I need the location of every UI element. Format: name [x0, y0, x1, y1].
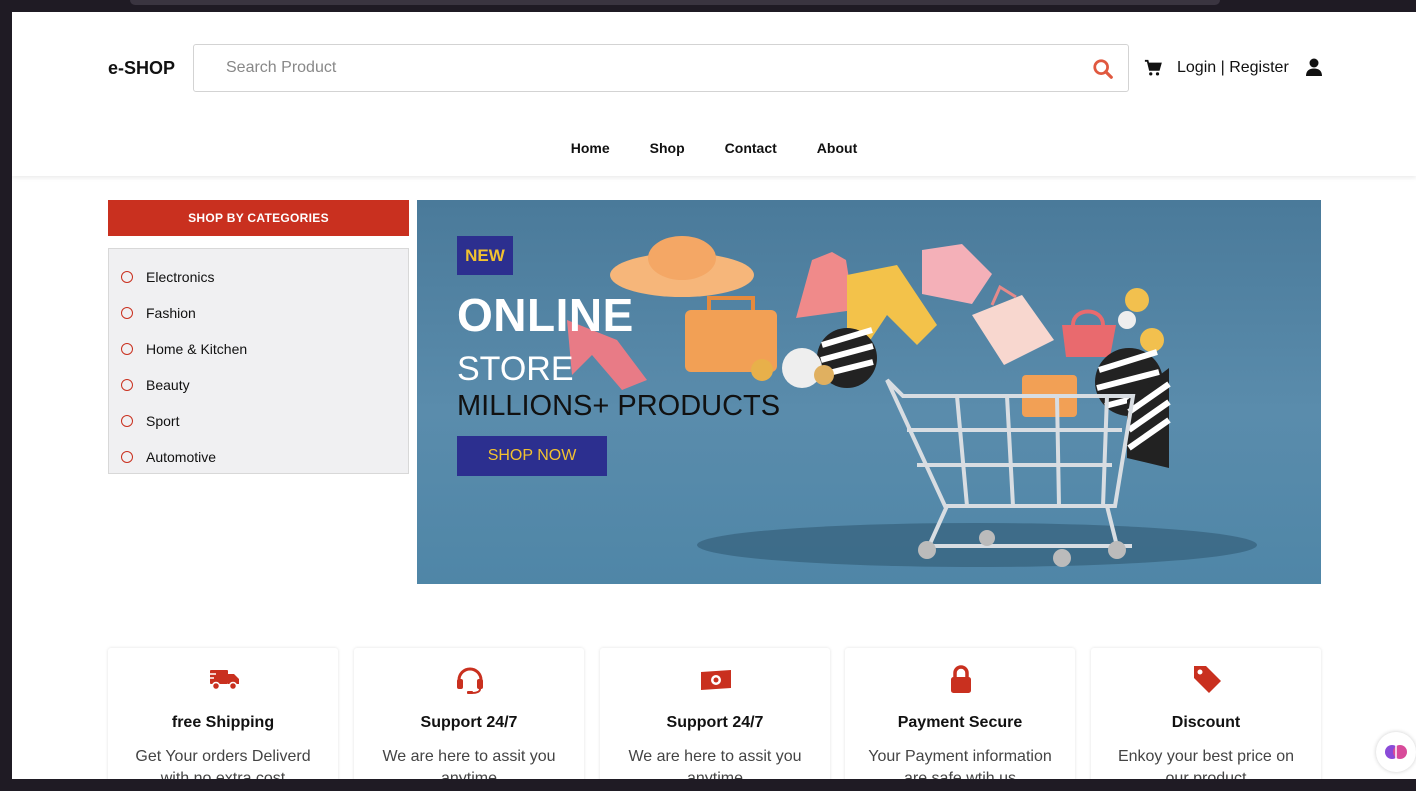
circle-icon [121, 379, 133, 391]
new-badge: NEW [457, 236, 513, 275]
category-label: Home & Kitchen [146, 341, 248, 357]
feature-card-payment: Payment Secure Your Payment information … [845, 648, 1075, 779]
feature-title: Discount [1171, 714, 1241, 731]
feature-desc: Your Payment information are safe wtih u… [868, 748, 1052, 779]
window-top-bar [130, 0, 1220, 5]
headset-icon [457, 667, 483, 694]
category-label: Sport [146, 413, 180, 429]
circle-icon [121, 307, 133, 319]
category-label: Electronics [146, 269, 215, 285]
nav-home[interactable]: Home [551, 140, 630, 156]
nav-contact[interactable]: Contact [705, 140, 797, 156]
banner-tagline: MILLIONS+ PRODUCTS [457, 390, 781, 422]
category-sport[interactable]: Sport [109, 403, 408, 439]
truck-icon [208, 670, 239, 691]
feature-desc: We are here to assit you anytime [628, 748, 802, 779]
feature-title: free Shipping [171, 714, 275, 731]
browser-page: e-SHOP Login | Register Home Shop Contac… [12, 12, 1416, 779]
feature-desc: Enkoy your best price on our product [1117, 748, 1295, 779]
feature-card-support: Support 24/7 We are here to assit you an… [354, 648, 584, 779]
category-fashion[interactable]: Fashion [109, 295, 408, 331]
banner-headline: ONLINE [457, 289, 634, 341]
categories-header: SHOP BY CATEGORIES [108, 200, 409, 236]
tag-icon [1194, 666, 1221, 693]
nav-about[interactable]: About [797, 140, 877, 156]
circle-icon [121, 271, 133, 283]
circle-icon [121, 451, 133, 463]
search-bar [193, 44, 1129, 92]
hero-banner: NEW ONLINE STORE MILLIONS+ PRODUCTS SHOP… [417, 200, 1321, 584]
shop-now-button[interactable]: SHOP NOW [457, 436, 607, 476]
circle-icon [121, 343, 133, 355]
category-electronics[interactable]: Electronics [109, 259, 408, 295]
category-label: Fashion [146, 305, 196, 321]
search-icon[interactable] [1092, 58, 1114, 80]
feature-desc: We are here to assit you anytime [382, 748, 556, 779]
cart-icon[interactable] [1144, 59, 1162, 77]
feature-title: Support 24/7 [666, 714, 764, 731]
money-icon [701, 670, 731, 690]
brain-icon [1385, 745, 1407, 759]
feature-desc: Get Your orders Deliverd with no extra c… [135, 748, 311, 779]
site-header: e-SHOP Login | Register Home Shop Contac… [12, 12, 1416, 176]
banner-subheadline: STORE [457, 350, 574, 388]
feature-title: Payment Secure [897, 714, 1023, 731]
main-nav: Home Shop Contact About [12, 140, 1416, 156]
category-home-kitchen[interactable]: Home & Kitchen [109, 331, 408, 367]
categories-list: Electronics Fashion Home & Kitchen Beaut… [108, 248, 409, 474]
site-logo[interactable]: e-SHOP [108, 58, 175, 79]
circle-icon [121, 415, 133, 427]
assistant-widget-button[interactable] [1376, 732, 1416, 772]
feature-card-shipping: free Shipping Get Your orders Deliverd w… [108, 648, 338, 779]
nav-shop[interactable]: Shop [630, 140, 705, 156]
category-automotive[interactable]: Automotive [109, 439, 408, 475]
feature-card-discount: Discount Enkoy your best price on our pr… [1091, 648, 1321, 779]
feature-card-money: Support 24/7 We are here to assit you an… [600, 648, 830, 779]
login-register-link[interactable]: Login | Register [1177, 59, 1289, 77]
category-label: Automotive [146, 449, 217, 465]
feature-title: Support 24/7 [420, 714, 518, 731]
search-input[interactable] [194, 45, 1074, 91]
user-icon[interactable] [1306, 58, 1322, 76]
category-beauty[interactable]: Beauty [109, 367, 408, 403]
category-label: Beauty [146, 377, 190, 393]
lock-icon [951, 665, 971, 693]
